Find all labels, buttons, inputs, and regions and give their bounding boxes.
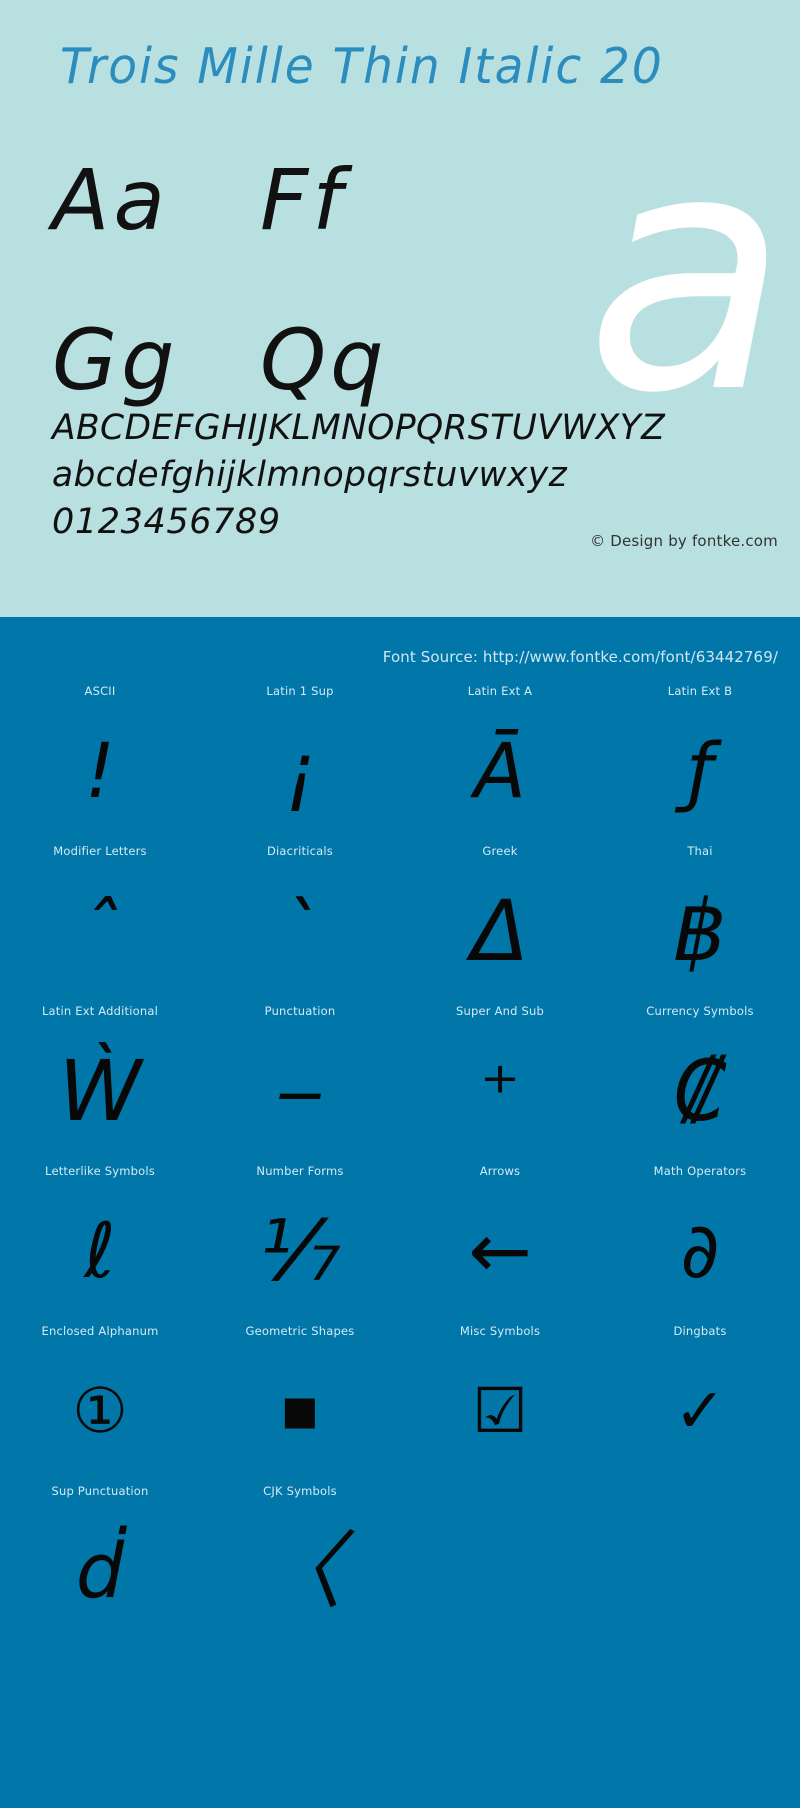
- block-label: Latin 1 Sup: [266, 684, 334, 698]
- letter-pair-row: Aa Ff: [52, 148, 800, 308]
- block-glyph: ƒ: [686, 726, 714, 815]
- unicode-blocks-grid: ASCII ! Latin 1 Sup ¡ Latin Ext A Ā Lati…: [0, 677, 800, 1637]
- block-glyph: ℓ: [84, 1206, 116, 1295]
- block-glyph: !: [84, 726, 116, 815]
- block-cell-cjk-symbols: CJK Symbols 〈: [200, 1477, 400, 1637]
- block-label: Currency Symbols: [646, 1004, 754, 1018]
- block-label: Number Forms: [256, 1164, 344, 1178]
- block-label: Sup Punctuation: [51, 1484, 149, 1498]
- block-cell-latin-ext-a: Latin Ext A Ā: [400, 677, 600, 837]
- copyright-notice: © Design by fontke.com: [590, 532, 778, 550]
- block-label: Modifier Letters: [53, 844, 147, 858]
- block-row: Modifier Letters ˆ Diacriticals ˋ Greek …: [0, 837, 800, 997]
- block-label: Geometric Shapes: [245, 1324, 355, 1338]
- letter-pair: Ff: [260, 151, 346, 249]
- block-row: ASCII ! Latin 1 Sup ¡ Latin Ext A Ā Lati…: [0, 677, 800, 837]
- block-cell-modifier-letters: Modifier Letters ˆ: [0, 837, 200, 997]
- block-label: Latin Ext B: [667, 684, 733, 698]
- block-glyph: ✓: [674, 1374, 726, 1447]
- block-glyph: ⁺: [479, 1046, 521, 1135]
- block-glyph: Ā: [474, 726, 526, 815]
- alphabet-lowercase: abcdefghijklmnopqrstuvwxyz: [52, 455, 568, 495]
- font-source-link[interactable]: Font Source: http://www.fontke.com/font/…: [383, 648, 778, 666]
- block-label: Arrows: [479, 1164, 521, 1178]
- block-glyph: ¡: [284, 726, 316, 815]
- block-cell-geometric-shapes: Geometric Shapes ■: [200, 1317, 400, 1477]
- block-cell-enclosed-alphanum: Enclosed Alphanum ①: [0, 1317, 200, 1477]
- block-cell-misc-symbols: Misc Symbols ☑: [400, 1317, 600, 1477]
- block-cell-dingbats: Dingbats ✓: [600, 1317, 800, 1477]
- block-glyph: ■: [281, 1374, 319, 1447]
- block-label: Enclosed Alphanum: [41, 1324, 159, 1338]
- block-glyph: ⅐: [259, 1202, 341, 1300]
- block-label: Latin Ext Additional: [41, 1004, 159, 1018]
- block-cell-empty: [400, 1477, 600, 1637]
- block-glyph: ˆ: [81, 886, 119, 975]
- block-glyph: ①: [72, 1374, 128, 1447]
- block-cell-arrows: Arrows ←: [400, 1157, 600, 1317]
- block-glyph: ฿: [673, 882, 727, 980]
- block-label: Math Operators: [653, 1164, 747, 1178]
- unicode-blocks-panel: Font Source: http://www.fontke.com/font/…: [0, 617, 800, 1808]
- alphabet-uppercase: ABCDEFGHIJKLMNOPQRSTUVWXYZ: [52, 408, 666, 448]
- block-cell-punctuation: Punctuation ‒: [200, 997, 400, 1157]
- block-glyph: Ẁ: [58, 1042, 142, 1140]
- block-cell-sup-punctuation: Sup Punctuation ḋ: [0, 1477, 200, 1637]
- block-cell-latin-ext-additional: Latin Ext Additional Ẁ: [0, 997, 200, 1157]
- block-label: Greek: [482, 844, 518, 858]
- block-label: Thai: [687, 844, 713, 858]
- block-glyph: ˋ: [281, 886, 319, 975]
- block-row: Latin Ext Additional Ẁ Punctuation ‒ Sup…: [0, 997, 800, 1157]
- block-row: Sup Punctuation ḋ CJK Symbols 〈: [0, 1477, 800, 1637]
- block-cell-thai: Thai ฿: [600, 837, 800, 997]
- block-row: Letterlike Symbols ℓ Number Forms ⅐ Arro…: [0, 1157, 800, 1317]
- block-cell-letterlike-symbols: Letterlike Symbols ℓ: [0, 1157, 200, 1317]
- letter-pair: Qq: [260, 311, 388, 409]
- block-glyph: ←: [468, 1206, 532, 1295]
- block-cell-greek: Greek Δ: [400, 837, 600, 997]
- alphabet-block: ABCDEFGHIJKLMNOPQRSTUVWXYZ abcdefghijklm…: [52, 405, 772, 546]
- block-glyph: ḋ: [75, 1526, 125, 1615]
- block-glyph: ∂: [680, 1206, 720, 1295]
- block-cell-number-forms: Number Forms ⅐: [200, 1157, 400, 1317]
- block-cell-diacriticals: Diacriticals ˋ: [200, 837, 400, 997]
- specimen-panel: Trois Mille Thin Italic 20 a Aa Ff Gg Qq…: [0, 0, 800, 617]
- block-cell-currency-symbols: Currency Symbols ₡: [600, 997, 800, 1157]
- block-label: Super And Sub: [456, 1004, 544, 1018]
- block-glyph: ☑: [472, 1374, 528, 1447]
- block-label: Diacriticals: [266, 844, 333, 858]
- font-title: Trois Mille Thin Italic 20: [60, 38, 664, 95]
- block-glyph: 〈: [257, 1522, 342, 1620]
- block-glyph: Δ: [471, 882, 529, 980]
- block-cell-empty: [600, 1477, 800, 1637]
- block-glyph: ₡: [673, 1042, 727, 1140]
- block-row: Enclosed Alphanum ① Geometric Shapes ■ M…: [0, 1317, 800, 1477]
- block-label: CJK Symbols: [263, 1484, 337, 1498]
- block-label: Punctuation: [264, 1004, 336, 1018]
- block-label: Misc Symbols: [459, 1324, 541, 1338]
- block-cell-ascii: ASCII !: [0, 677, 200, 837]
- block-label: Letterlike Symbols: [45, 1164, 155, 1178]
- block-label: ASCII: [84, 684, 116, 698]
- block-glyph: ‒: [275, 1046, 325, 1135]
- block-label: Latin Ext A: [467, 684, 533, 698]
- block-cell-math-operators: Math Operators ∂: [600, 1157, 800, 1317]
- block-cell-latin-1-sup: Latin 1 Sup ¡: [200, 677, 400, 837]
- block-label: Dingbats: [673, 1324, 727, 1338]
- letter-pair: Aa: [52, 151, 169, 249]
- block-cell-latin-ext-b: Latin Ext B ƒ: [600, 677, 800, 837]
- block-cell-super-and-sub: Super And Sub ⁺: [400, 997, 600, 1157]
- letter-pair: Gg: [52, 311, 179, 409]
